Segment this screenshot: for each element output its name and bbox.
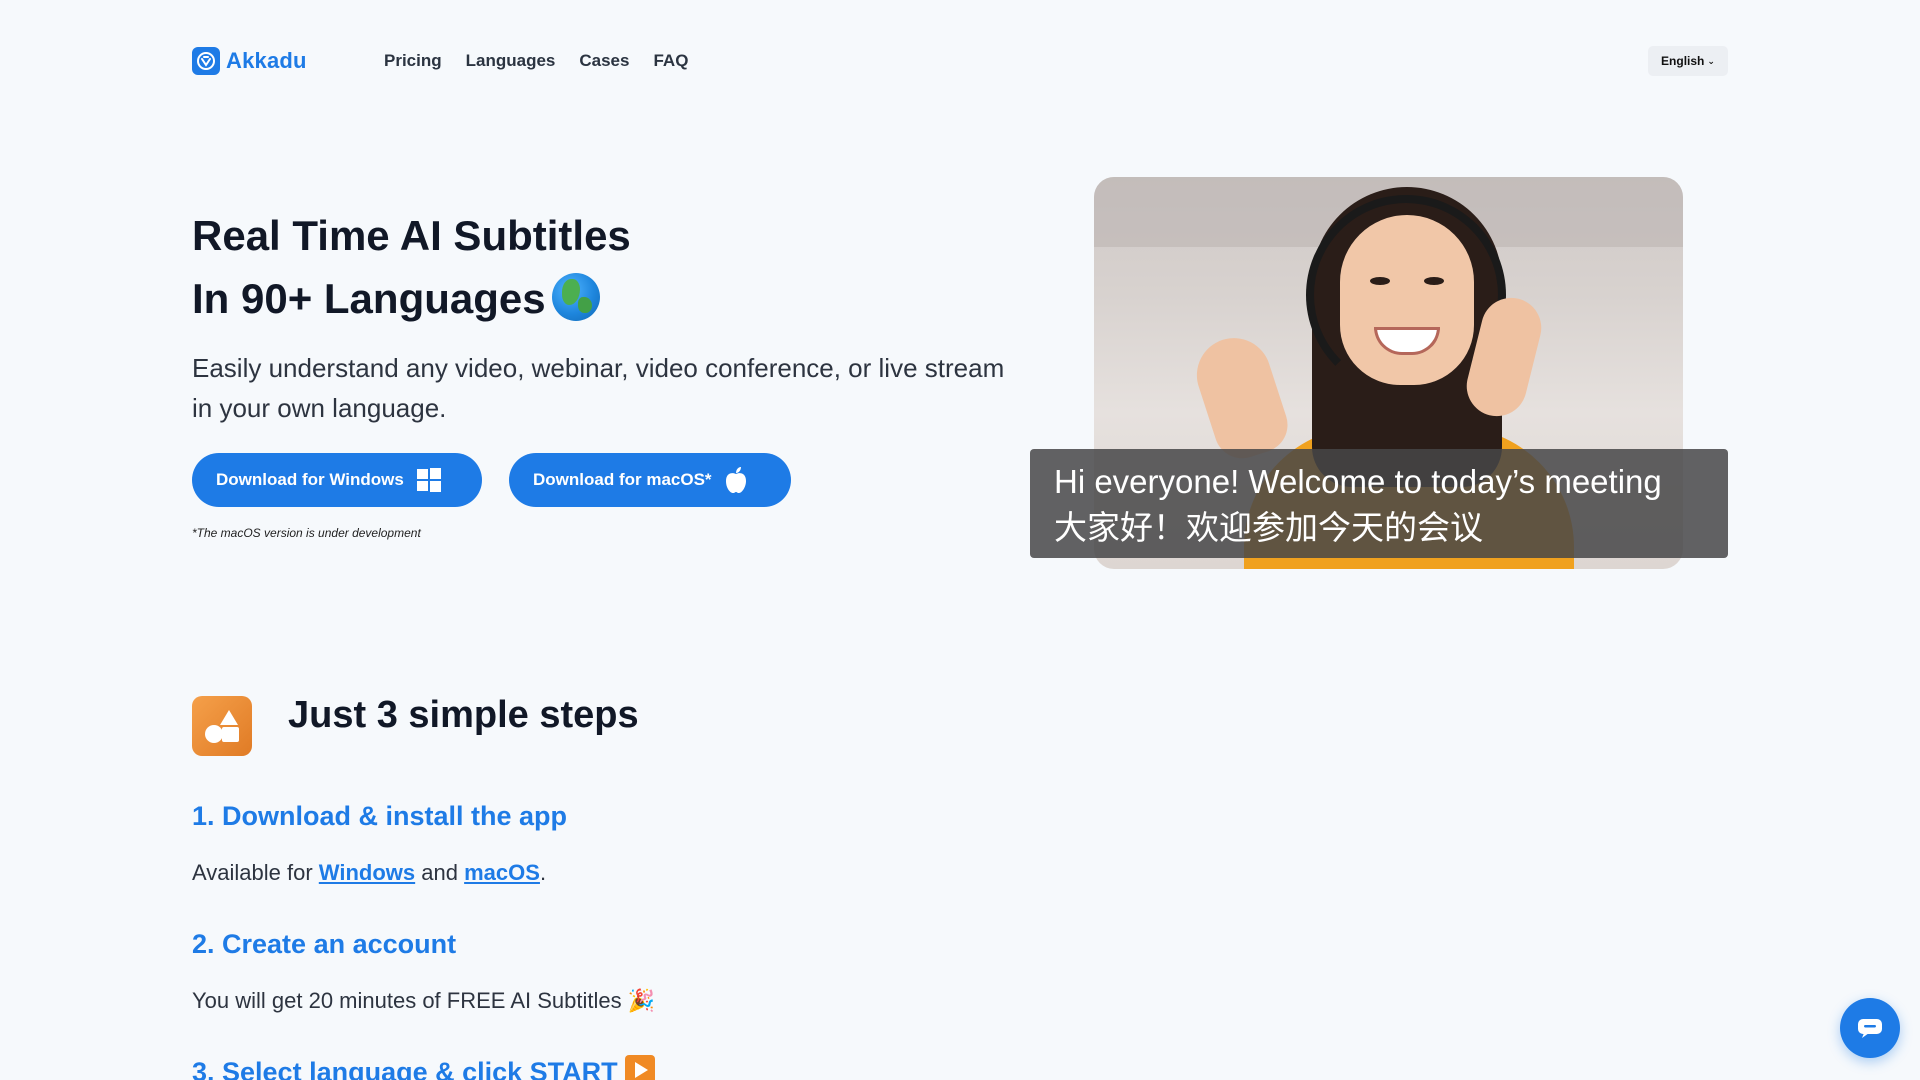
globe-emoji-icon — [551, 273, 600, 321]
steps-title: Just 3 simple steps — [288, 694, 639, 736]
chevron-down-icon: ⌄ — [1707, 55, 1715, 66]
language-selected: English — [1661, 54, 1705, 68]
macos-link[interactable]: macOS — [464, 860, 540, 885]
play-button-icon — [625, 1055, 656, 1080]
akkadu-logo-icon — [192, 47, 220, 75]
hero-subtitle: Easily understand any video, webinar, vi… — [192, 353, 1005, 423]
apple-icon — [725, 467, 746, 493]
hero-title-line-2-wrap: In 90+ Languages — [192, 267, 1012, 330]
step-3-title-wrap: 3. Select language & click START — [192, 1055, 656, 1080]
hero-title: Real Time AI Subtitles In 90+ Languages — [192, 204, 1012, 330]
nav-languages[interactable]: Languages — [466, 51, 556, 71]
caption-chinese: 大家好！欢迎参加今天的会议 — [1054, 509, 1483, 546]
hero-title-line-2: In 90+ Languages — [192, 275, 546, 322]
download-macos-label: Download for macOS* — [533, 470, 712, 489]
logo-text: Akkadu — [226, 48, 307, 73]
nav-pricing[interactable]: Pricing — [384, 51, 442, 71]
nav-faq[interactable]: FAQ — [653, 51, 688, 71]
step-1-text: Available for Windows and macOS. — [192, 860, 546, 886]
download-windows-label: Download for Windows — [216, 470, 404, 489]
chat-bubble-icon — [1858, 1019, 1882, 1038]
logo[interactable]: Akkadu — [192, 47, 307, 75]
step-2-text: You will get 20 minutes of FREE AI Subti… — [192, 988, 656, 1013]
step-1-prefix: Available for — [192, 860, 313, 885]
windows-icon — [416, 468, 441, 492]
windows-link[interactable]: Windows — [319, 860, 415, 885]
download-macos-button[interactable]: Download for macOS* — [509, 453, 791, 507]
caption-english: Hi everyone! Welcome to today’s meeting — [1054, 463, 1662, 500]
macos-note: *The macOS version is under development — [192, 526, 421, 540]
step-1-suffix: . — [539, 860, 547, 885]
nav-cases[interactable]: Cases — [579, 51, 629, 71]
subtitle-caption-overlay: Hi everyone! Welcome to today’s meeting … — [1030, 449, 1728, 558]
chat-widget-button[interactable] — [1840, 998, 1900, 1058]
main-nav: Pricing Languages Cases FAQ — [384, 51, 688, 71]
step-3-title: 3. Select language & click START — [192, 1057, 618, 1080]
photo-hand-waving — [1187, 328, 1295, 466]
hero-title-line-1: Real Time AI Subtitles — [192, 212, 631, 259]
step-1-title: 1. Download & install the app — [192, 801, 568, 831]
step-2-title: 2. Create an account — [192, 929, 457, 959]
site-header: Akkadu Pricing Languages Cases FAQ Engli… — [192, 44, 1728, 80]
download-windows-button[interactable]: Download for Windows — [192, 453, 482, 507]
shapes-icon — [192, 696, 252, 756]
language-selector[interactable]: English ⌄ — [1648, 46, 1728, 76]
step-1-and: and — [421, 860, 458, 885]
